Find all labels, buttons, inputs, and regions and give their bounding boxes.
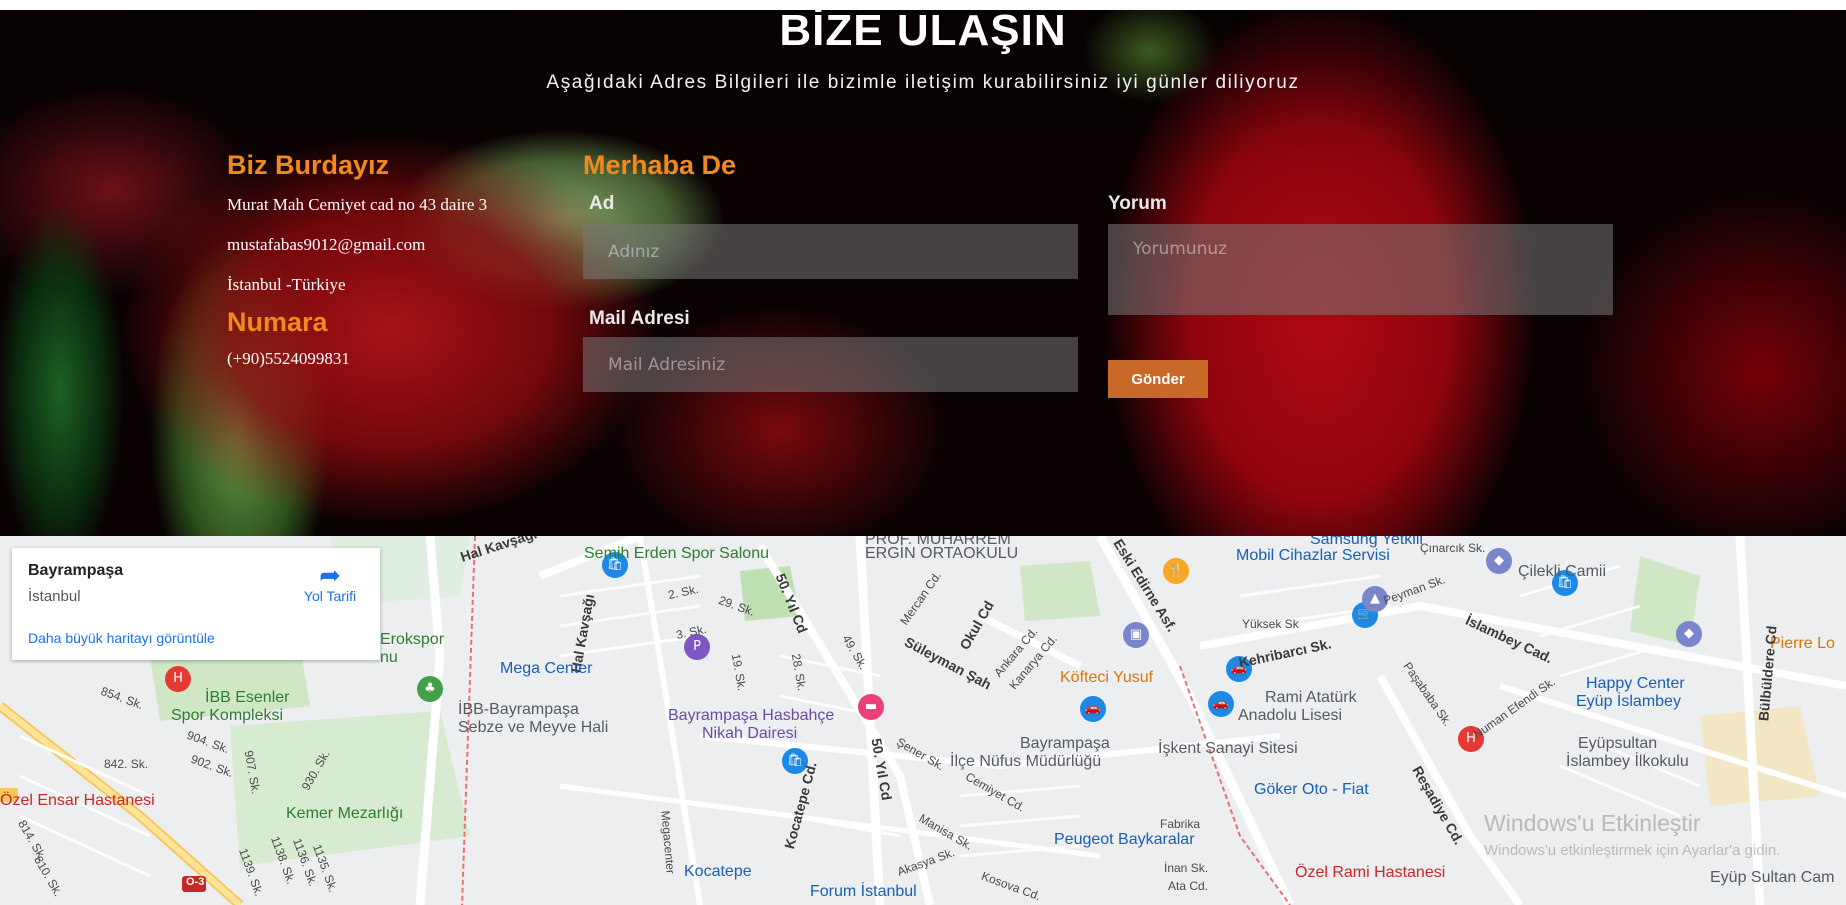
place-region: İstanbul: [28, 588, 81, 605]
map-label: Köfteci Yusuf: [1060, 669, 1154, 686]
map-label: Eyüpsultan: [1578, 735, 1658, 752]
page-title: BİZE ULAŞIN: [779, 10, 1067, 55]
map-label: Spor Kompleksi: [171, 707, 284, 724]
hospital-pin-icon[interactable]: H: [165, 666, 191, 692]
mail-input[interactable]: [583, 337, 1078, 392]
map-label: Özel Ensar Hastanesi: [0, 792, 155, 809]
map-label: Erokspor: [380, 631, 445, 648]
directions-button[interactable]: ➦ Yol Tarifi: [292, 562, 368, 604]
phone-heading: Numara: [227, 307, 328, 337]
map-label: Kemer Mezarlığı: [286, 805, 404, 822]
park-pin-icon[interactable]: ♣: [417, 676, 443, 702]
street-label: 842. Sk.: [104, 757, 149, 771]
map-label: İBB-Bayrampaşa: [458, 701, 579, 718]
phone-text: (+90)5524099831: [227, 349, 350, 368]
map-label: Forum İstanbul: [810, 883, 917, 900]
address-text: Murat Mah Cemiyet cad no 43 daire 3: [227, 195, 488, 214]
mail-label: Mail Adresi: [589, 308, 690, 329]
map-label: Peugeot Baykaralar: [1054, 831, 1195, 848]
page-subtitle: Aşağıdaki Adres Bilgileri ile bizimle il…: [546, 72, 1300, 93]
map-label: ERGİN ORTAOKULU: [865, 545, 1019, 562]
email-text: mustafabas9012@gmail.com: [227, 235, 426, 254]
map-label: Bayrampaşa Hasbahçe: [668, 707, 835, 724]
map-label: Fabrika: [1160, 817, 1201, 831]
map-label: Mega Center: [500, 660, 593, 677]
contact-hero: BİZE ULAŞIN Aşağıdaki Adres Bilgileri il…: [0, 10, 1846, 536]
map-label: Eyüp İslambey: [1576, 693, 1681, 710]
highway-shield: O-3: [186, 876, 205, 888]
place-name: Bayrampaşa: [28, 562, 124, 579]
map-label: Mobil Cihazlar Servisi: [1236, 547, 1390, 564]
map-label: Kocatepe: [684, 863, 752, 880]
street-label: İnan Sk.: [1164, 861, 1209, 875]
directions-label: Yol Tarifi: [303, 588, 357, 604]
map-label: Çilekli Camii: [1518, 563, 1607, 580]
map-label: Rami Atatürk: [1265, 689, 1357, 706]
map-label: Eyüp Sultan Cam: [1710, 869, 1835, 886]
map-label: İlçe Nüfus Müdürlüğü: [950, 753, 1102, 770]
contact-heading: Biz Burdayız: [227, 150, 390, 180]
directions-icon: ➦: [319, 560, 341, 590]
restaurant-pin-icon[interactable]: 🍴: [1163, 558, 1189, 584]
mosque-pin-icon[interactable]: ◆: [1676, 621, 1702, 647]
map-label: Semih Erden Spor Salonu: [584, 545, 769, 562]
city-text: İstanbul -Türkiye: [227, 275, 346, 294]
map-label: Özel Rami Hastanesi: [1295, 864, 1446, 881]
comment-label: Yorum: [1108, 193, 1167, 214]
larger-map-link[interactable]: Daha büyük haritayı görüntüle: [28, 630, 215, 646]
mosque-pin-icon[interactable]: ◆: [1486, 548, 1512, 574]
map-label: İşkent Sanayi Sitesi: [1158, 740, 1298, 757]
hotel-pin-icon[interactable]: ▬: [858, 694, 884, 720]
activation-watermark-title: Windows'u Etkinleştir: [1484, 810, 1701, 836]
car-dealer-pin-icon[interactable]: 🚗: [1208, 691, 1234, 717]
government-pin-icon[interactable]: ▣: [1123, 622, 1149, 648]
form-heading: Merhaba De: [583, 150, 737, 180]
map-label: Sebze ve Meyve Hali: [458, 719, 609, 736]
map-label: Anadolu Lisesi: [1238, 707, 1343, 724]
map-label: Pierre Lo: [1770, 635, 1835, 652]
street-label: Yüksek Sk: [1242, 617, 1299, 631]
contact-info: Biz Burdayız Murat Mah Cemiyet cad no 43…: [227, 148, 547, 369]
map-label: Göker Oto - Fiat: [1254, 781, 1369, 798]
map-info-card: Bayrampaşa İstanbul ➦ Yol Tarifi Daha bü…: [12, 548, 380, 660]
activation-watermark-text: Windows'u etkinleştirmek için Ayarlar'a …: [1484, 842, 1781, 859]
map-label: Happy Center: [1586, 675, 1685, 692]
map-label: Bayrampaşa: [1020, 735, 1110, 752]
map-label: Nikah Dairesi: [702, 725, 798, 742]
submit-button[interactable]: Gönder: [1108, 360, 1208, 398]
car-dealer-pin-icon[interactable]: 🚗: [1080, 696, 1106, 722]
street-label: Çınarcık Sk.: [1420, 541, 1486, 555]
comment-textarea[interactable]: [1108, 224, 1613, 315]
street-label: Ata Cd.: [1168, 879, 1209, 893]
name-label: Ad: [589, 193, 615, 214]
map-label: nu: [380, 649, 398, 666]
map-label: İBB Esenler: [205, 689, 290, 706]
map-label: İslambey İlkokulu: [1566, 753, 1689, 770]
name-input[interactable]: [583, 224, 1078, 279]
